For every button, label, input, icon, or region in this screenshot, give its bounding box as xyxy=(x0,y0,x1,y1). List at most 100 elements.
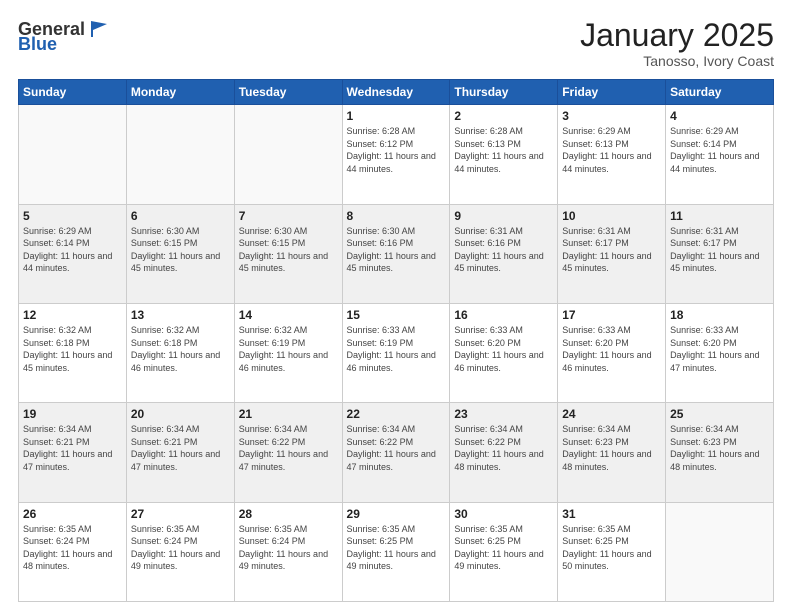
day-number: 13 xyxy=(131,308,230,322)
day-info: Sunrise: 6:28 AM Sunset: 6:13 PM Dayligh… xyxy=(454,125,553,175)
table-row: 5Sunrise: 6:29 AM Sunset: 6:14 PM Daylig… xyxy=(19,204,127,303)
calendar-location: Tanosso, Ivory Coast xyxy=(580,53,774,69)
col-saturday: Saturday xyxy=(666,80,774,105)
logo-blue-text: Blue xyxy=(18,34,57,55)
table-row: 7 Sunrise: 6:30 AM Sunset: 6:15 PM Daylig… xyxy=(234,204,342,303)
table-row: 8Sunrise: 6:30 AM Sunset: 6:16 PM Daylig… xyxy=(342,204,450,303)
day-info: Sunrise: 6:35 AM Sunset: 6:24 PM Dayligh… xyxy=(131,523,230,573)
day-info: Sunrise: 6:33 AM Sunset: 6:20 PM Dayligh… xyxy=(454,324,553,374)
table-row: 10 Sunrise: 6:31 AM Sunset: 6:17 PM Dayli… xyxy=(558,204,666,303)
day-info: Sunrise: 6:32 AM Sunset: 6:18 PM Dayligh… xyxy=(23,324,122,374)
day-info: Sunrise: 6:32 AM Sunset: 6:19 PM Dayligh… xyxy=(239,324,338,374)
table-row: 1 Sunrise: 6:28 AM Sunset: 6:12 PM Daylig… xyxy=(342,105,450,204)
page: General Blue January 2025 Tanosso, Ivory… xyxy=(0,0,792,612)
day-number: 18 xyxy=(670,308,769,322)
table-row: 20 Sunrise: 6:34 AM Sunset: 6:21 PM Dayli… xyxy=(126,403,234,502)
day-number: 27 xyxy=(131,507,230,521)
col-sunday: Sunday xyxy=(19,80,127,105)
table-row: 13 Sunrise: 6:32 AM Sunset: 6:18 PM Dayli… xyxy=(126,303,234,402)
calendar-week-row: 1 Sunrise: 6:28 AM Sunset: 6:12 PM Daylig… xyxy=(19,105,774,204)
day-number: 21 xyxy=(239,407,338,421)
table-row: 28 Sunrise: 6:35 AM Sunset: 6:24 PM Dayli… xyxy=(234,502,342,601)
table-row: 14 Sunrise: 6:32 AM Sunset: 6:19 PM Dayli… xyxy=(234,303,342,402)
calendar-title: January 2025 xyxy=(580,18,774,53)
logo-flag-icon xyxy=(87,18,109,40)
day-info: Sunrise: 6:34 AM Sunset: 6:23 PM Dayligh… xyxy=(562,423,661,473)
day-info: Sunrise: 6:29 AM Sunset: 6:13 PM Dayligh… xyxy=(562,125,661,175)
table-row: 19Sunrise: 6:34 AM Sunset: 6:21 PM Dayli… xyxy=(19,403,127,502)
day-number: 30 xyxy=(454,507,553,521)
day-number: 14 xyxy=(239,308,338,322)
day-info: Sunrise: 6:30 AM Sunset: 6:15 PM Dayligh… xyxy=(239,225,338,275)
table-row: 9 Sunrise: 6:31 AM Sunset: 6:16 PM Daylig… xyxy=(450,204,558,303)
calendar-week-row: 12Sunrise: 6:32 AM Sunset: 6:18 PM Dayli… xyxy=(19,303,774,402)
day-number: 4 xyxy=(670,109,769,123)
table-row: 24 Sunrise: 6:34 AM Sunset: 6:23 PM Dayli… xyxy=(558,403,666,502)
day-info: Sunrise: 6:34 AM Sunset: 6:22 PM Dayligh… xyxy=(239,423,338,473)
day-number: 11 xyxy=(670,209,769,223)
calendar-week-row: 5Sunrise: 6:29 AM Sunset: 6:14 PM Daylig… xyxy=(19,204,774,303)
table-row: 2 Sunrise: 6:28 AM Sunset: 6:13 PM Daylig… xyxy=(450,105,558,204)
calendar-week-row: 19 Sunrise: 6:34 AM Sunset: 6:21 PM Dayli… xyxy=(19,403,774,502)
table-row: 29 Sunrise: 6:35 AM Sunset: 6:25 PM Dayli… xyxy=(342,502,450,601)
day-number: 24 xyxy=(562,407,661,421)
table-row: 21 Sunrise: 6:34 AM Sunset: 6:22 PM Dayli… xyxy=(234,403,342,502)
header: General Blue January 2025 Tanosso, Ivory… xyxy=(18,18,774,69)
day-number: 19 xyxy=(23,407,122,421)
day-info: Sunrise: 6:35 AM Sunset: 6:25 PM Dayligh… xyxy=(347,523,446,573)
day-info: Sunrise: 6:31 AM Sunset: 6:17 PM Dayligh… xyxy=(562,225,661,275)
table-row: 11 Sunrise: 6:31 AM Sunset: 6:17 PM Dayli… xyxy=(666,204,774,303)
table-row: 17Sunrise: 6:33 AM Sunset: 6:20 PM Dayli… xyxy=(558,303,666,402)
day-info: Sunrise: 6:35 AM Sunset: 6:24 PM Dayligh… xyxy=(23,523,122,573)
table-row: 4Sunrise: 6:29 AM Sunset: 6:14 PM Daylig… xyxy=(666,105,774,204)
day-info: Sunrise: 6:34 AM Sunset: 6:21 PM Dayligh… xyxy=(131,423,230,473)
table-row: 6Sunrise: 6:30 AM Sunset: 6:15 PM Daylig… xyxy=(126,204,234,303)
day-number: 17 xyxy=(562,308,661,322)
day-info: Sunrise: 6:35 AM Sunset: 6:24 PM Dayligh… xyxy=(239,523,338,573)
day-number: 20 xyxy=(131,407,230,421)
day-info: Sunrise: 6:31 AM Sunset: 6:17 PM Dayligh… xyxy=(670,225,769,275)
day-number: 31 xyxy=(562,507,661,521)
col-friday: Friday xyxy=(558,80,666,105)
day-number: 2 xyxy=(454,109,553,123)
table-row xyxy=(234,105,342,204)
day-number: 26 xyxy=(23,507,122,521)
day-info: Sunrise: 6:35 AM Sunset: 6:25 PM Dayligh… xyxy=(454,523,553,573)
day-info: Sunrise: 6:28 AM Sunset: 6:12 PM Dayligh… xyxy=(347,125,446,175)
calendar-week-row: 26 Sunrise: 6:35 AM Sunset: 6:24 PM Dayli… xyxy=(19,502,774,601)
table-row: 16 Sunrise: 6:33 AM Sunset: 6:20 PM Dayli… xyxy=(450,303,558,402)
day-info: Sunrise: 6:35 AM Sunset: 6:25 PM Dayligh… xyxy=(562,523,661,573)
day-number: 6 xyxy=(131,209,230,223)
day-number: 1 xyxy=(347,109,446,123)
day-number: 9 xyxy=(454,209,553,223)
day-number: 29 xyxy=(347,507,446,521)
day-number: 16 xyxy=(454,308,553,322)
day-number: 10 xyxy=(562,209,661,223)
table-row: 26 Sunrise: 6:35 AM Sunset: 6:24 PM Dayli… xyxy=(19,502,127,601)
day-info: Sunrise: 6:33 AM Sunset: 6:20 PM Dayligh… xyxy=(670,324,769,374)
table-row xyxy=(126,105,234,204)
day-info: Sunrise: 6:32 AM Sunset: 6:18 PM Dayligh… xyxy=(131,324,230,374)
logo: General Blue xyxy=(18,18,109,55)
table-row: 30 Sunrise: 6:35 AM Sunset: 6:25 PM Dayli… xyxy=(450,502,558,601)
table-row: 3 Sunrise: 6:29 AM Sunset: 6:13 PM Daylig… xyxy=(558,105,666,204)
day-number: 7 xyxy=(239,209,338,223)
day-info: Sunrise: 6:34 AM Sunset: 6:22 PM Dayligh… xyxy=(454,423,553,473)
day-info: Sunrise: 6:29 AM Sunset: 6:14 PM Dayligh… xyxy=(23,225,122,275)
title-block: January 2025 Tanosso, Ivory Coast xyxy=(580,18,774,69)
table-row: 18 Sunrise: 6:33 AM Sunset: 6:20 PM Dayli… xyxy=(666,303,774,402)
table-row: 25Sunrise: 6:34 AM Sunset: 6:23 PM Dayli… xyxy=(666,403,774,502)
table-row: 12Sunrise: 6:32 AM Sunset: 6:18 PM Dayli… xyxy=(19,303,127,402)
day-number: 3 xyxy=(562,109,661,123)
table-row: 23 Sunrise: 6:34 AM Sunset: 6:22 PM Dayli… xyxy=(450,403,558,502)
table-row xyxy=(666,502,774,601)
day-number: 23 xyxy=(454,407,553,421)
table-row: 15Sunrise: 6:33 AM Sunset: 6:19 PM Dayli… xyxy=(342,303,450,402)
day-info: Sunrise: 6:31 AM Sunset: 6:16 PM Dayligh… xyxy=(454,225,553,275)
col-wednesday: Wednesday xyxy=(342,80,450,105)
day-number: 15 xyxy=(347,308,446,322)
table-row: 27 Sunrise: 6:35 AM Sunset: 6:24 PM Dayli… xyxy=(126,502,234,601)
day-number: 28 xyxy=(239,507,338,521)
calendar-header-row: Sunday Monday Tuesday Wednesday Thursday… xyxy=(19,80,774,105)
col-thursday: Thursday xyxy=(450,80,558,105)
